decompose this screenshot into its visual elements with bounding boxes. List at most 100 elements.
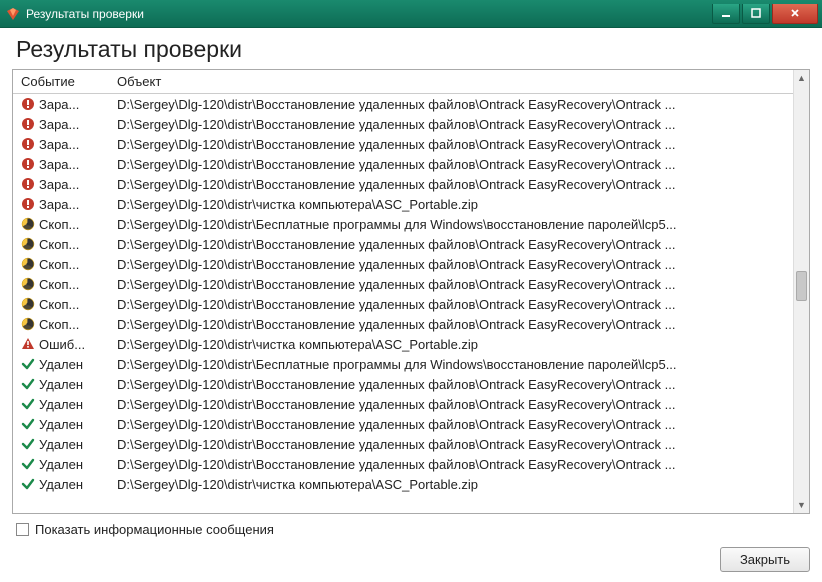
riskware-icon	[21, 257, 35, 271]
footer-row: Показать информационные сообщения	[12, 522, 810, 537]
event-label: Удален	[39, 437, 83, 452]
table-row[interactable]: Удален D:\Sergey\Dlg-120\distr\Восстановл…	[13, 434, 793, 454]
event-label: Удален	[39, 477, 83, 492]
event-cell: Скоп...	[13, 214, 109, 234]
deleted-icon	[21, 397, 35, 411]
event-label: Зара...	[39, 117, 79, 132]
infected-icon	[21, 157, 35, 171]
event-label: Удален	[39, 377, 83, 392]
scroll-thumb[interactable]	[796, 271, 807, 301]
minimize-button[interactable]	[712, 4, 740, 24]
object-cell: D:\Sergey\Dlg-120\distr\Восстановление у…	[109, 174, 793, 194]
table-row[interactable]: УдаленD:\Sergey\Dlg-120\distr\Восстановл…	[13, 394, 793, 414]
riskware-icon	[21, 297, 35, 311]
event-cell: Зара...	[13, 194, 109, 214]
event-cell: Зара...	[13, 174, 109, 194]
table-row[interactable]: Скоп...D:\Sergey\Dlg-120\distr\Восстанов…	[13, 234, 793, 254]
deleted-icon	[21, 417, 35, 431]
object-cell: D:\Sergey\Dlg-120\distr\Восстановление у…	[109, 234, 793, 254]
deleted-icon	[21, 457, 35, 471]
window-controls	[712, 4, 818, 24]
event-cell: Зара...	[13, 134, 109, 154]
close-button[interactable]: Закрыть	[720, 547, 810, 572]
event-cell: Зара...	[13, 154, 109, 174]
table-row[interactable]: Ошиб...D:\Sergey\Dlg-120\distr\чистка ко…	[13, 334, 793, 354]
event-label: Ошиб...	[39, 337, 85, 352]
table-row[interactable]: Удален D:\Sergey\Dlg-120\distr\Бесплатные…	[13, 354, 793, 374]
titlebar: Результаты проверки	[0, 0, 822, 28]
scroll-down-icon[interactable]: ▼	[794, 497, 809, 513]
riskware-icon	[21, 277, 35, 291]
table-row[interactable]: Зара...D:\Sergey\Dlg-120\distr\Восстанов…	[13, 154, 793, 174]
object-cell: D:\Sergey\Dlg-120\distr\Восстановление у…	[109, 314, 793, 334]
object-cell: D:\Sergey\Dlg-120\distr\Восстановление у…	[109, 294, 793, 314]
vertical-scrollbar[interactable]: ▲ ▼	[793, 70, 809, 513]
event-label: Скоп...	[39, 277, 79, 292]
scroll-track[interactable]	[794, 86, 809, 497]
event-label: Удален	[39, 357, 83, 372]
infected-icon	[21, 197, 35, 211]
event-cell: Удален	[13, 474, 109, 494]
event-label: Зара...	[39, 97, 79, 112]
object-cell: D:\Sergey\Dlg-120\distr\Восстановление у…	[109, 254, 793, 274]
deleted-icon	[21, 377, 35, 391]
event-cell: Удален	[13, 414, 109, 434]
object-cell: D:\Sergey\Dlg-120\distr\чистка компьютер…	[109, 194, 793, 214]
deleted-icon	[21, 357, 35, 371]
event-cell: Скоп...	[13, 314, 109, 334]
table-row[interactable]: Скоп...D:\Sergey\Dlg-120\distr\Восстанов…	[13, 254, 793, 274]
table-row[interactable]: Зара... D:\Sergey\Dlg-120\distr\Восстанов…	[13, 94, 793, 115]
event-cell: Скоп...	[13, 234, 109, 254]
table-row[interactable]: Зара...D:\Sergey\Dlg-120\distr\Восстанов…	[13, 134, 793, 154]
object-cell: D:\Sergey\Dlg-120\distr\Восстановление у…	[109, 94, 793, 115]
table-row[interactable]: Скоп...D:\Sergey\Dlg-120\distr\Восстанов…	[13, 314, 793, 334]
table-row[interactable]: Скоп...D:\Sergey\Dlg-120\distr\Бесплатны…	[13, 214, 793, 234]
table-row[interactable]: УдаленD:\Sergey\Dlg-120\distr\Восстановл…	[13, 454, 793, 474]
event-cell: Удален	[13, 434, 109, 454]
infected-icon	[21, 97, 35, 111]
checkbox-label: Показать информационные сообщения	[35, 522, 274, 537]
riskware-icon	[21, 317, 35, 331]
event-cell: Удален	[13, 354, 109, 374]
page-title: Результаты проверки	[16, 36, 806, 63]
object-cell: D:\Sergey\Dlg-120\distr\Восстановление у…	[109, 414, 793, 434]
table-row[interactable]: Зара...D:\Sergey\Dlg-120\distr\Восстанов…	[13, 114, 793, 134]
infected-icon	[21, 177, 35, 191]
event-label: Зара...	[39, 177, 79, 192]
table-row[interactable]: Удален D:\Sergey\Dlg-120\distr\Восстановл…	[13, 374, 793, 394]
scroll-up-icon[interactable]: ▲	[794, 70, 809, 86]
event-cell: Ошиб...	[13, 334, 109, 354]
object-cell: D:\Sergey\Dlg-120\distr\Восстановление у…	[109, 394, 793, 414]
table-row[interactable]: Удален D:\Sergey\Dlg-120\distr\чистка ком…	[13, 474, 793, 494]
results-list: Событие Объект Зара...D:\Sergey\Dlg-120\…	[12, 69, 810, 514]
event-cell: Удален	[13, 374, 109, 394]
deleted-icon	[21, 477, 35, 491]
object-cell: D:\Sergey\Dlg-120\distr\Восстановление у…	[109, 434, 793, 454]
object-cell: D:\Sergey\Dlg-120\distr\Восстановление у…	[109, 134, 793, 154]
table-row[interactable]: УдаленD:\Sergey\Dlg-120\distr\Восстановл…	[13, 414, 793, 434]
object-cell: D:\Sergey\Dlg-120\distr\чистка компьютер…	[109, 474, 793, 494]
maximize-button[interactable]	[742, 4, 770, 24]
table-row[interactable]: Скоп... D:\Sergey\Dlg-120\distr\Восстанов…	[13, 274, 793, 294]
event-cell: Зара...	[13, 94, 109, 114]
table-row[interactable]: Зара... D:\Sergey\Dlg-120\distr\Восстанов…	[13, 174, 793, 194]
results-table: Событие Объект Зара...D:\Sergey\Dlg-120\…	[13, 70, 793, 494]
event-cell: Удален	[13, 454, 109, 474]
object-cell: D:\Sergey\Dlg-120\distr\Бесплатные прогр…	[109, 214, 793, 234]
table-row[interactable]: Зара... D:\Sergey\Dlg-120\distr\чистка ко…	[13, 194, 793, 214]
object-cell: D:\Sergey\Dlg-120\distr\Восстановление у…	[109, 154, 793, 174]
event-label: Скоп...	[39, 297, 79, 312]
riskware-icon	[21, 217, 35, 231]
event-cell: Удален	[13, 394, 109, 414]
object-cell: D:\Sergey\Dlg-120\distr\Восстановление у…	[109, 274, 793, 294]
object-cell: D:\Sergey\Dlg-120\distr\Восстановление у…	[109, 374, 793, 394]
show-info-checkbox[interactable]: Показать информационные сообщения	[16, 522, 274, 537]
event-label: Зара...	[39, 197, 79, 212]
object-cell: D:\Sergey\Dlg-120\distr\Бесплатные прогр…	[109, 354, 793, 374]
table-row[interactable]: Скоп... D:\Sergey\Dlg-120\distr\Восстанов…	[13, 294, 793, 314]
riskware-icon	[21, 237, 35, 251]
close-window-button[interactable]	[772, 4, 818, 24]
button-row: Закрыть	[12, 547, 810, 572]
column-header-event[interactable]: Событие	[13, 70, 109, 94]
column-header-object[interactable]: Объект	[109, 70, 793, 94]
